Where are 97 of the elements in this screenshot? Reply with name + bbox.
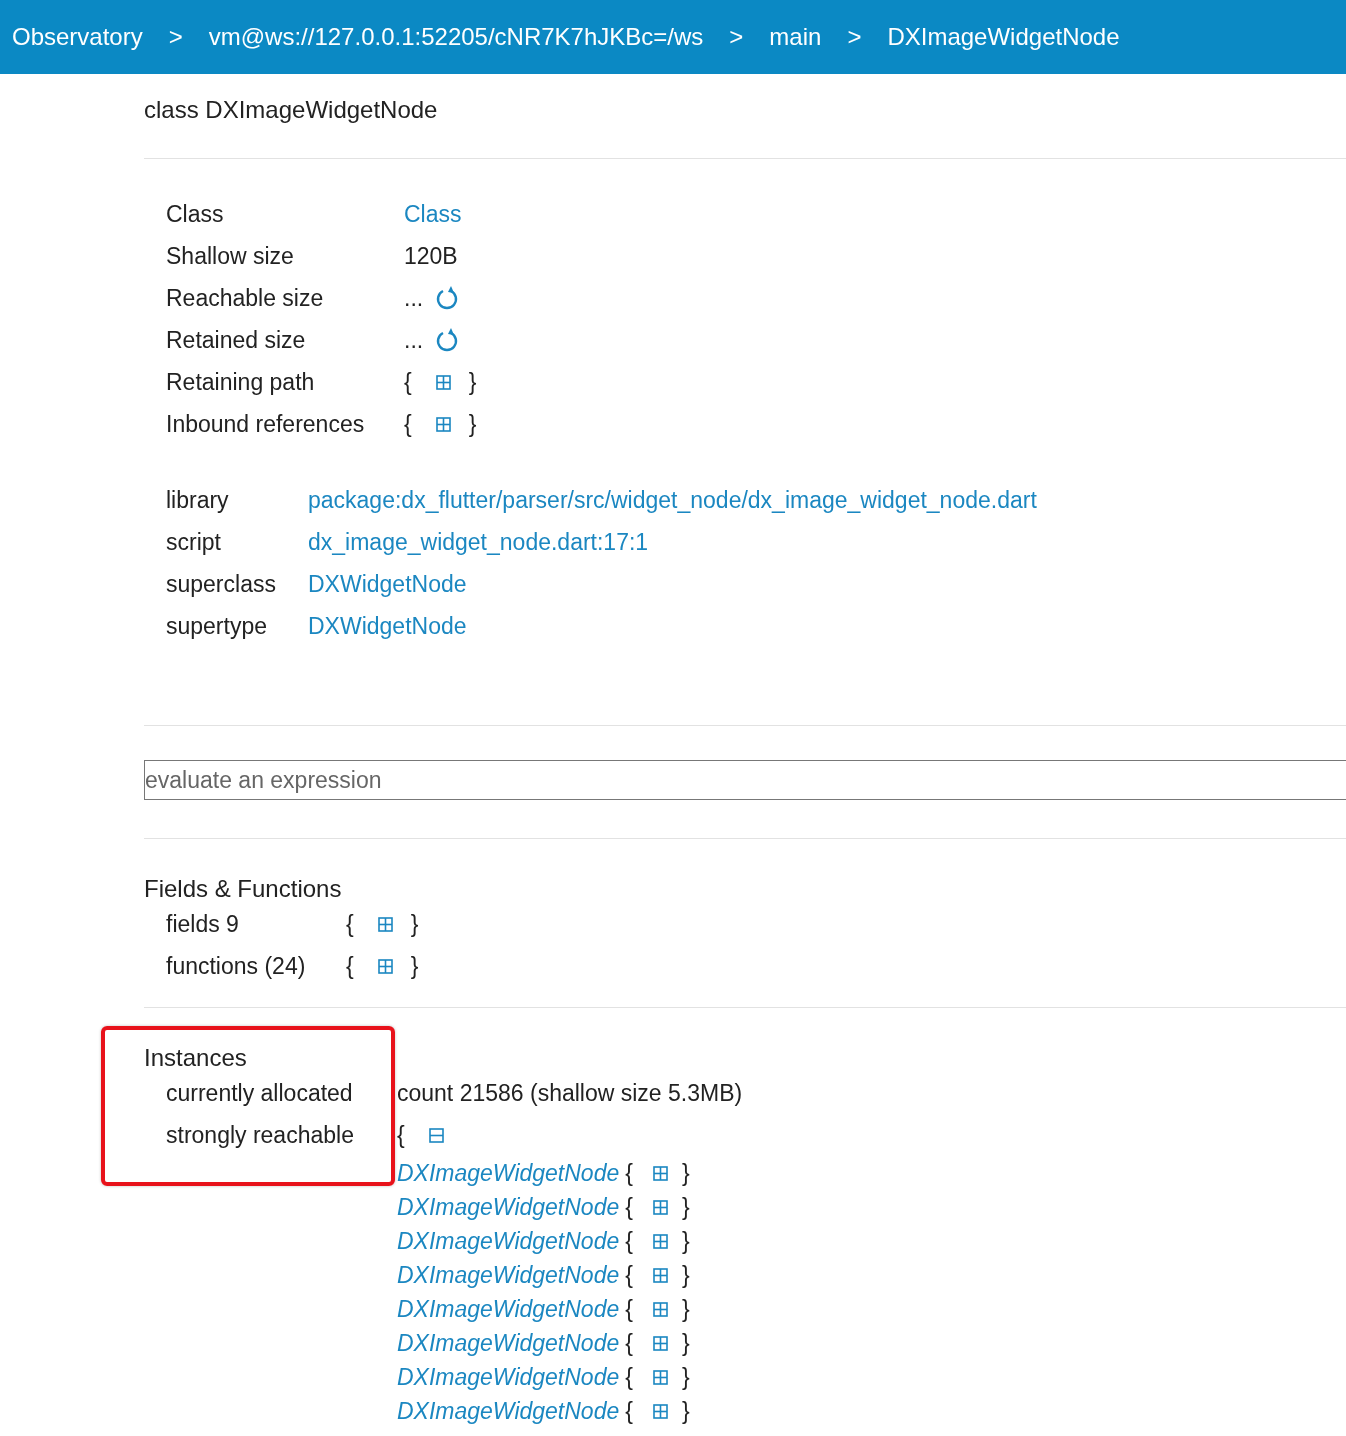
expand-icon <box>435 416 451 432</box>
open-brace: { <box>346 910 354 938</box>
member-label: functions (24) <box>166 952 306 981</box>
expand-button[interactable] <box>652 1199 668 1215</box>
expression-field[interactable]: evaluate an expression <box>144 760 1346 800</box>
close-brace: } <box>681 1329 690 1356</box>
breadcrumb-link[interactable]: main <box>769 23 822 51</box>
expand-icon <box>652 1403 668 1419</box>
open-brace: { <box>625 1363 633 1390</box>
value-link[interactable]: Class <box>404 200 462 228</box>
expand-button[interactable] <box>652 1165 668 1181</box>
instance-link[interactable]: DXImageWidgetNode <box>397 1329 620 1357</box>
property-label: Retaining path <box>166 368 315 397</box>
expand-button[interactable] <box>652 1301 668 1317</box>
detail-label: library <box>166 486 229 515</box>
open-brace: { <box>625 1329 633 1356</box>
allocation-count: count 21586 (shallow size 5.3MB) <box>397 1079 743 1107</box>
detail-link[interactable]: DXWidgetNode <box>308 570 467 598</box>
property-label: Inbound references <box>166 410 365 439</box>
refresh-icon <box>435 285 460 311</box>
instance-link[interactable]: DXImageWidgetNode <box>397 1261 620 1289</box>
collapse-button[interactable] <box>428 1127 444 1143</box>
expand-icon <box>652 1267 668 1283</box>
close-brace: } <box>681 1159 690 1186</box>
breadcrumb-separator: > <box>729 23 744 51</box>
instance-link[interactable]: DXImageWidgetNode <box>397 1227 620 1255</box>
close-brace: } <box>681 1363 690 1390</box>
open-brace: { <box>625 1295 633 1322</box>
breadcrumb-link[interactable]: Observatory <box>12 23 143 51</box>
open-brace: { <box>625 1159 633 1186</box>
instance-label: currently allocated <box>166 1079 353 1108</box>
open-brace: { <box>625 1397 633 1424</box>
expand-icon <box>652 1335 668 1351</box>
refresh-icon <box>435 327 460 353</box>
instance-link[interactable]: DXImageWidgetNode <box>397 1363 620 1391</box>
detail-link[interactable]: DXWidgetNode <box>308 612 467 640</box>
expand-button[interactable] <box>652 1233 668 1249</box>
breadcrumb-separator: > <box>847 23 862 51</box>
instance-label: strongly reachable <box>166 1121 354 1150</box>
refresh-button[interactable] <box>435 285 460 311</box>
page-title: class DXImageWidgetNode <box>144 95 439 125</box>
value-text: 120B <box>404 242 458 270</box>
ellipsis-text: ... <box>404 326 424 354</box>
expand-icon <box>652 1233 668 1249</box>
open-brace: { <box>404 410 412 438</box>
property-label: Retained size <box>166 326 306 355</box>
detail-label: script <box>166 528 221 557</box>
breadcrumb-separator: > <box>168 23 183 51</box>
expand-icon <box>652 1199 668 1215</box>
close-brace: } <box>681 1261 690 1288</box>
expand-button[interactable] <box>652 1267 668 1283</box>
expand-icon <box>377 958 393 974</box>
refresh-button[interactable] <box>435 327 460 353</box>
open-brace: { <box>625 1227 633 1254</box>
section-heading: Fields & Functions <box>144 875 343 903</box>
instance-link[interactable]: DXImageWidgetNode <box>397 1397 620 1425</box>
expand-button[interactable] <box>435 416 451 432</box>
close-brace: } <box>468 368 477 396</box>
instance-link[interactable]: DXImageWidgetNode <box>397 1295 620 1323</box>
close-brace: } <box>468 410 477 438</box>
detail-label: supertype <box>166 612 267 641</box>
close-brace: } <box>681 1227 690 1254</box>
ellipsis-text: ... <box>404 284 424 312</box>
close-brace: } <box>410 910 419 938</box>
member-label: fields 9 <box>166 910 239 939</box>
expand-button[interactable] <box>377 958 393 974</box>
expand-icon <box>435 374 451 390</box>
close-brace: } <box>410 952 419 980</box>
section-heading: Instances <box>144 1044 248 1072</box>
property-label: Class <box>166 200 224 229</box>
close-brace: } <box>681 1295 690 1322</box>
breadcrumb-link[interactable]: DXImageWidgetNode <box>887 23 1120 51</box>
expand-button[interactable] <box>435 374 451 390</box>
expand-button[interactable] <box>652 1369 668 1385</box>
expand-icon <box>377 916 393 932</box>
close-brace: } <box>681 1397 690 1424</box>
open-brace: { <box>346 952 354 980</box>
instance-link[interactable]: DXImageWidgetNode <box>397 1193 620 1221</box>
detail-link[interactable]: dx_image_widget_node.dart:17:1 <box>308 528 649 556</box>
instance-link[interactable]: DXImageWidgetNode <box>397 1159 620 1187</box>
detail-link[interactable]: package:dx_flutter/parser/src/widget_node/dx_image_widget_node.dart <box>308 486 1037 514</box>
open-brace: { <box>625 1261 633 1288</box>
expand-icon <box>652 1165 668 1181</box>
expand-button[interactable] <box>652 1403 668 1419</box>
expand-icon <box>652 1369 668 1385</box>
open-brace: { <box>397 1121 405 1149</box>
open-brace: { <box>625 1193 633 1220</box>
property-label: Reachable size <box>166 284 324 313</box>
collapse-icon <box>428 1127 444 1143</box>
expand-button[interactable] <box>652 1335 668 1351</box>
expand-icon <box>652 1301 668 1317</box>
close-brace: } <box>681 1193 690 1220</box>
detail-label: superclass <box>166 570 276 599</box>
breadcrumb-link[interactable]: vm@ws://127.0.0.1:52205/cNR7K7hJKBc=/ws <box>208 23 704 51</box>
open-brace: { <box>404 368 412 396</box>
property-label: Shallow size <box>166 242 294 271</box>
expand-button[interactable] <box>377 916 393 932</box>
